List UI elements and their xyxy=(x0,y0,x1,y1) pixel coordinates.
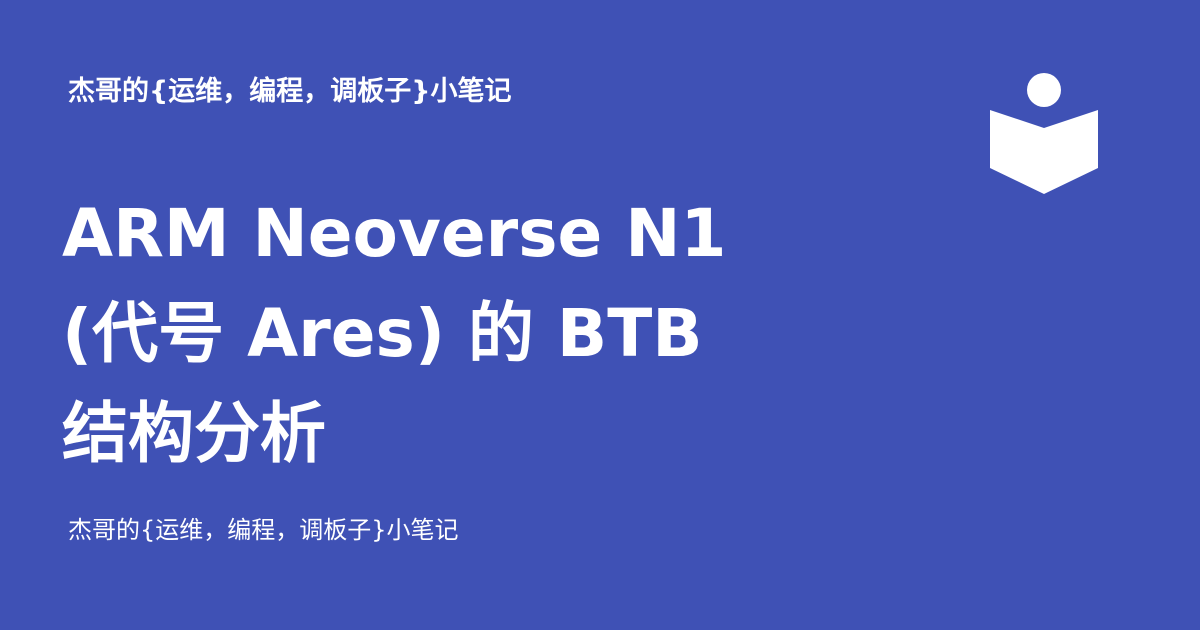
site-name-header: 杰哥的{运维，编程，调板子}小笔记 xyxy=(68,76,512,107)
site-name-footer: 杰哥的{运维，编程，调板子}小笔记 xyxy=(68,516,459,544)
title-line-3: 结构分析 xyxy=(62,395,326,472)
title-line-1: ARM Neoverse N1 xyxy=(62,195,727,272)
reader-book-icon xyxy=(990,73,1098,194)
title-line-2: (代号 Ares) 的 BTB xyxy=(62,295,703,372)
page-title: ARM Neoverse N1 (代号 Ares) 的 BTB 结构分析 xyxy=(62,184,922,484)
